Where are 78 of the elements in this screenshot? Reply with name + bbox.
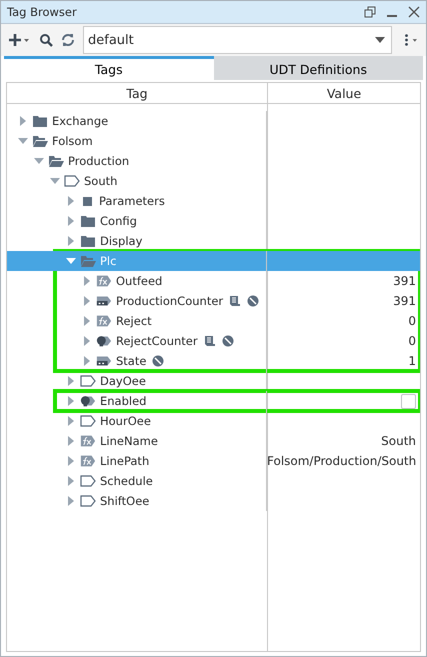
tag-name: State [116, 354, 146, 368]
expression-tag-icon [96, 274, 112, 288]
open-folder-icon [80, 254, 96, 268]
tree-row[interactable]: Reject 0 [7, 311, 420, 331]
tree-row[interactable]: Exchange [7, 111, 420, 131]
tag-name: South [84, 174, 118, 188]
tree-row[interactable]: RejectCounter 0 [7, 331, 420, 351]
tree-row[interactable]: Schedule [7, 471, 420, 491]
column-header[interactable]: Value [268, 83, 420, 103]
folder-icon [80, 214, 96, 228]
tag-icon [64, 174, 80, 188]
tag-name: Enabled [100, 394, 146, 408]
tag-value: 391 [392, 294, 417, 308]
tab[interactable]: UDT Definitions [214, 56, 423, 80]
tag-name: Display [100, 234, 142, 248]
tag-name: Config [100, 214, 137, 228]
tree-row[interactable]: ShiftOee [7, 491, 420, 511]
tag-name: Production [68, 154, 130, 168]
expression-tag-icon [80, 454, 96, 468]
tag-name: Exchange [52, 114, 108, 128]
tag-name: HourOee [100, 414, 151, 428]
tag-value: Folsom/Production/South [267, 454, 418, 468]
refresh-icon[interactable] [61, 33, 75, 47]
tag-name: Outfeed [116, 274, 162, 288]
tree-row[interactable]: Production [7, 151, 420, 171]
open-folder-icon [32, 134, 48, 148]
tag-value: 391 [392, 274, 417, 288]
tag-name: DayOee [100, 374, 146, 388]
tag-value: 0 [407, 334, 417, 348]
open-folder-icon [48, 154, 64, 168]
folder-icon [80, 234, 96, 248]
tree-row[interactable]: LineName South [7, 431, 420, 451]
tag-name: Schedule [100, 474, 153, 488]
checkbox[interactable] [401, 394, 416, 408]
tag-name: LinePath [100, 454, 150, 468]
provider-dropdown[interactable]: default [83, 26, 392, 54]
tag-name: LineName [100, 434, 158, 448]
tree-row[interactable]: ProductionCounter 391 [7, 291, 420, 311]
tree-row[interactable]: LinePath Folsom/Production/South [7, 451, 420, 471]
folder-icon [32, 114, 48, 128]
expression-tag-icon [96, 314, 112, 328]
restore-icon[interactable] [364, 6, 376, 18]
tag-name: Parameters [99, 194, 165, 208]
tree-row[interactable]: Outfeed 391 [7, 271, 420, 291]
tree-row[interactable]: Config [7, 211, 420, 231]
tree-row[interactable]: DayOee [7, 371, 420, 391]
tree-row[interactable]: Enabled [7, 391, 420, 411]
window-title: Tag Browser [7, 5, 78, 19]
tag-icon [80, 414, 96, 428]
tag-icon [80, 474, 96, 488]
tab[interactable]: Tags [4, 56, 214, 80]
tag-name: Folsom [52, 134, 93, 148]
tree-row[interactable]: State 1 [7, 351, 420, 371]
tag-icon [80, 494, 96, 508]
query-tag-icon [80, 394, 96, 408]
tag-name: ShiftOee [100, 494, 150, 508]
tag-value: South [380, 434, 417, 448]
square-icon [83, 196, 92, 206]
tag-name: RejectCounter [116, 334, 198, 348]
tag-name: Reject [116, 314, 152, 328]
tree-row[interactable]: South [7, 171, 420, 191]
caret-icon[interactable] [375, 36, 385, 44]
tag-name: Plc [100, 254, 116, 268]
tag-value: 0 [407, 314, 417, 328]
add-button[interactable] [7, 31, 31, 49]
tag-value: 1 [407, 354, 417, 368]
column-header[interactable]: Tag [7, 83, 268, 103]
device-tag-icon [96, 354, 112, 368]
tree-row[interactable]: HourOee [7, 411, 420, 431]
expression-tag-icon [80, 434, 96, 448]
device-tag-icon [96, 294, 112, 308]
close-icon[interactable] [408, 6, 420, 18]
tag-name: ProductionCounter [116, 294, 224, 308]
search-icon[interactable] [39, 33, 53, 47]
tag-icon [80, 374, 96, 388]
tree-row[interactable]: Parameters [7, 191, 420, 211]
query-tag-icon [96, 334, 112, 348]
tree-row[interactable]: Folsom [7, 131, 420, 151]
